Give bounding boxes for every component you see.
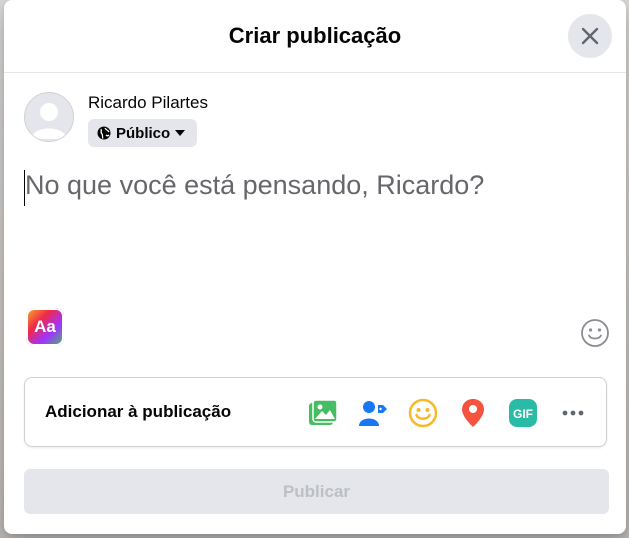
audience-label: Público	[116, 124, 171, 142]
photo-video-icon	[309, 399, 338, 425]
publish-button[interactable]: Publicar	[24, 469, 609, 514]
caret-down-icon	[175, 130, 186, 136]
gif-icon: GIF	[509, 399, 537, 427]
avatar	[24, 92, 74, 142]
author-info: Ricardo Pilartes Público	[88, 92, 208, 147]
photo-video-button[interactable]	[307, 397, 339, 429]
tag-people-icon	[359, 401, 387, 426]
audience-selector[interactable]: Público	[88, 119, 198, 147]
more-icon	[562, 410, 584, 416]
feeling-activity-icon	[408, 398, 438, 428]
author-row: Ricardo Pilartes Público	[24, 92, 208, 147]
dialog-title: Criar publicação	[228, 23, 402, 48]
globe-icon	[97, 126, 111, 140]
create-post-dialog: Criar publicação Ricardo Pilartes Públic…	[4, 0, 626, 534]
add-to-post-bar: Adicionar à publicação GIF	[24, 377, 607, 447]
svg-text:GIF: GIF	[513, 407, 533, 421]
smiley-icon	[581, 319, 609, 347]
tag-people-button[interactable]	[357, 397, 389, 429]
close-button[interactable]	[568, 14, 612, 58]
add-to-post-label: Adicionar à publicação	[45, 402, 232, 421]
gif-button[interactable]: GIF	[507, 397, 539, 429]
default-avatar-icon	[31, 103, 67, 139]
feeling-activity-button[interactable]	[407, 397, 439, 429]
check-in-icon	[462, 399, 484, 427]
composer-placeholder: No que você está pensando, Ricardo?	[25, 170, 485, 200]
close-icon	[581, 27, 599, 45]
dialog-header: Criar publicação	[4, 0, 626, 73]
format-label: Aa	[34, 317, 56, 336]
emoji-picker-button[interactable]	[580, 318, 610, 348]
author-name: Ricardo Pilartes	[88, 93, 208, 112]
check-in-button[interactable]	[457, 397, 489, 429]
post-text-input[interactable]: No que você está pensando, Ricardo?	[24, 168, 604, 288]
more-options-button[interactable]	[557, 397, 589, 429]
publish-label: Publicar	[282, 481, 351, 501]
background-color-button[interactable]: Aa	[26, 308, 64, 346]
